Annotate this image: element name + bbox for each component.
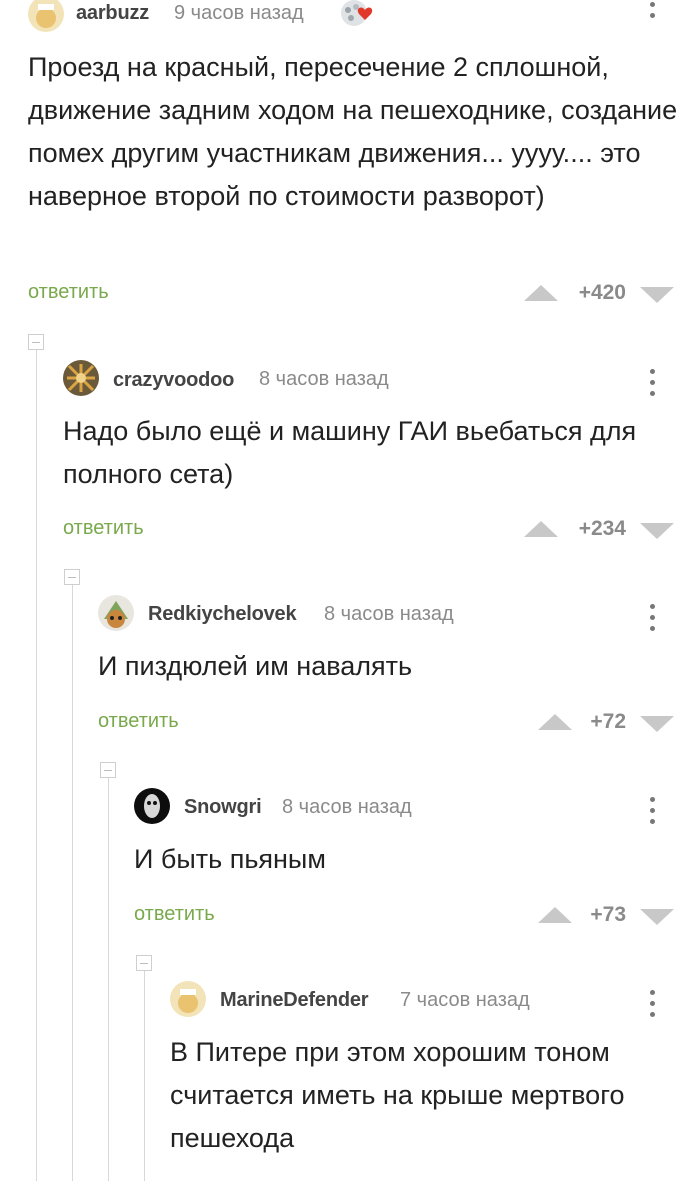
avatar[interactable] — [28, 0, 64, 32]
avatar[interactable] — [134, 788, 170, 824]
reply-link[interactable]: ответить — [98, 710, 179, 733]
reply-link[interactable]: ответить — [134, 903, 215, 926]
avatar[interactable] — [63, 360, 99, 396]
collapse-thread-icon[interactable] — [28, 334, 44, 350]
heart-badge-icon[interactable] — [338, 0, 376, 28]
username[interactable]: MarineDefender — [220, 989, 369, 1012]
comment-text: И пиздюлей им навалять — [98, 651, 413, 681]
timestamp[interactable]: 8 часов назад — [282, 796, 412, 819]
thread-line — [144, 961, 145, 1181]
collapse-thread-icon[interactable] — [64, 569, 80, 585]
username[interactable]: crazyvoodoo — [113, 369, 234, 392]
collapse-thread-icon[interactable] — [100, 762, 116, 778]
score: +72 — [590, 710, 626, 733]
comment-text: И быть пьяным — [134, 844, 326, 874]
reply-link[interactable]: ответить — [28, 281, 109, 304]
comment-header: crazyvoodoo 8 часов назад — [63, 360, 700, 400]
score: +420 — [578, 281, 626, 304]
thread-line — [108, 768, 109, 1181]
username[interactable]: Redkiychelovek — [148, 603, 297, 626]
more-menu-icon[interactable] — [644, 363, 660, 403]
more-menu-icon[interactable] — [644, 791, 660, 831]
vote-down-icon[interactable] — [640, 716, 674, 732]
timestamp[interactable]: 7 часов назад — [400, 989, 530, 1012]
comment-header: Redkiychelovek 8 часов назад — [98, 595, 700, 635]
score: +73 — [590, 903, 626, 926]
vote-up-icon[interactable] — [524, 285, 558, 301]
vote-up-icon[interactable] — [524, 521, 558, 537]
timestamp[interactable]: 8 часов назад — [259, 368, 389, 391]
comment: Snowgri 8 часов назад И быть пьяным отве… — [134, 788, 700, 938]
more-menu-icon[interactable] — [644, 598, 660, 638]
comment-header: MarineDefender 7 часов назад — [170, 981, 700, 1021]
timestamp[interactable]: 9 часов назад — [174, 2, 304, 25]
comment-header: aarbuzz 9 часов назад — [28, 0, 700, 36]
comment-text: Надо было ещё и машину ГАИ вьебаться для… — [63, 416, 637, 489]
username[interactable]: aarbuzz — [76, 2, 149, 25]
more-menu-icon[interactable] — [644, 984, 660, 1024]
score: +234 — [578, 517, 626, 540]
comment: MarineDefender 7 часов назад В Питере пр… — [170, 981, 700, 1181]
comment: Redkiychelovek 8 часов назад И пиздюлей … — [98, 595, 700, 745]
timestamp[interactable]: 8 часов назад — [324, 603, 454, 626]
avatar[interactable] — [98, 595, 134, 631]
reply-link[interactable]: ответить — [63, 517, 144, 540]
comment-text: Проезд на красный, пересечение 2 сплошно… — [28, 52, 678, 211]
comment: aarbuzz 9 часов назад Проезд на красный,… — [28, 0, 700, 320]
avatar[interactable] — [170, 981, 206, 1017]
vote-down-icon[interactable] — [640, 909, 674, 925]
vote-down-icon[interactable] — [640, 287, 674, 303]
collapse-thread-icon[interactable] — [136, 955, 152, 971]
username[interactable]: Snowgri — [184, 796, 262, 819]
comment-header: Snowgri 8 часов назад — [134, 788, 700, 828]
vote-down-icon[interactable] — [640, 523, 674, 539]
thread-line — [72, 575, 73, 1181]
comment-text: В Питере при этом хорошим тоном считаетс… — [170, 1037, 625, 1153]
thread-line — [36, 340, 37, 1181]
comment: crazyvoodoo 8 часов назад Надо было ещё … — [63, 360, 700, 560]
more-menu-icon[interactable] — [644, 0, 660, 36]
